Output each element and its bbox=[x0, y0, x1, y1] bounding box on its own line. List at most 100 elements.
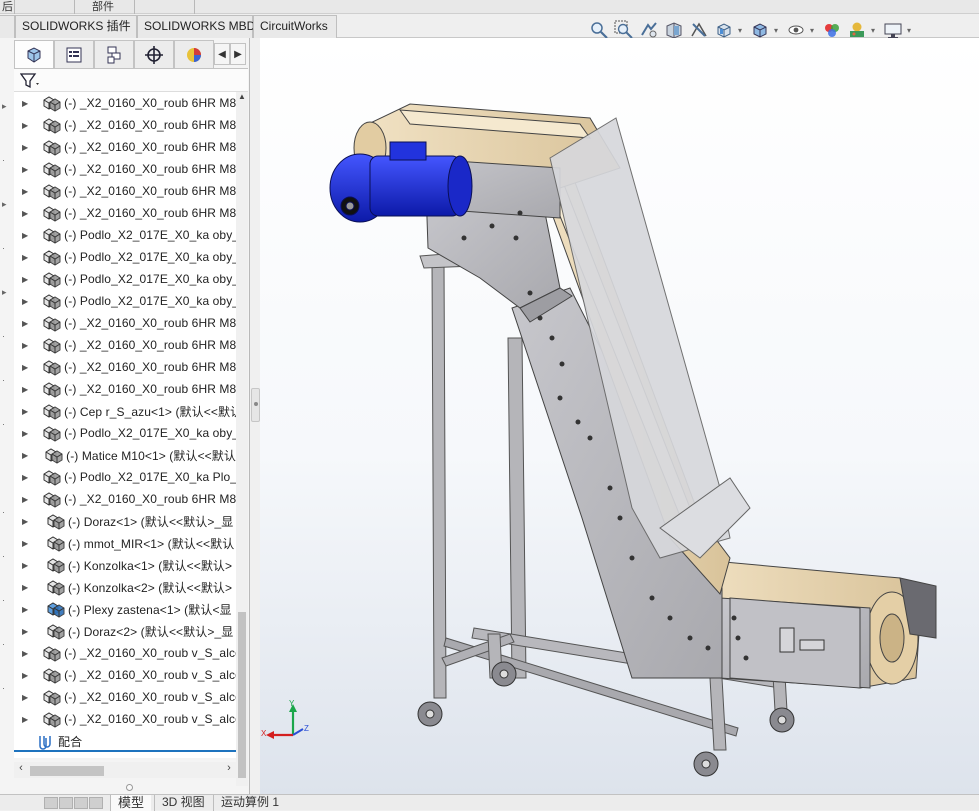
expand-arrow-icon[interactable]: ▶ bbox=[22, 275, 28, 284]
tree-item-label: (-) _X2_0160_X0_roub 6HR M8 bbox=[64, 360, 236, 374]
expand-arrow-icon[interactable]: ▶ bbox=[22, 451, 30, 460]
expand-arrow-icon[interactable]: ▶ bbox=[22, 297, 28, 306]
tree-item[interactable]: ▶ (-) Podlo_X2_017E_X0_ka oby_ bbox=[14, 224, 236, 246]
panel-collapse-handle[interactable] bbox=[251, 388, 260, 422]
expand-arrow-icon[interactable]: ▶ bbox=[22, 99, 28, 108]
tree-filter-bar[interactable] bbox=[14, 68, 248, 92]
tree-item-label: (-) _X2_0160_X0_roub 6HR M8 bbox=[64, 184, 236, 198]
expand-arrow-icon[interactable]: ▶ bbox=[22, 253, 28, 262]
tree-item[interactable]: ▶ (-) _X2_0160_X0_roub 6HR M8 bbox=[14, 136, 236, 158]
tree-vertical-scrollbar[interactable]: ▲ bbox=[236, 92, 248, 786]
mates-folder[interactable]: 配合 bbox=[14, 730, 236, 752]
tree-item[interactable]: ▶ (-) _X2_0160_X0_roub 6HR M8 bbox=[14, 114, 236, 136]
tree-item[interactable]: ▶ (-) _X2_0160_X0_roub 6HR M8 bbox=[14, 158, 236, 180]
chevron-down-icon[interactable]: ▾ bbox=[738, 26, 746, 35]
tree-item[interactable]: ▶ (-) _X2_0160_X0_roub v_S_alco bbox=[14, 642, 236, 664]
scrollbar-thumb[interactable] bbox=[238, 612, 246, 778]
expand-arrow-icon[interactable]: ▶ bbox=[22, 583, 32, 592]
expand-arrow-icon[interactable]: ▶ bbox=[22, 385, 28, 394]
tab-solidworks-addins[interactable]: SOLIDWORKS 插件 bbox=[15, 15, 137, 38]
tree-item[interactable]: ▶ (-) _X2_0160_X0_roub v_S_alco bbox=[14, 664, 236, 686]
filter-icon[interactable] bbox=[20, 72, 42, 90]
expand-arrow-icon[interactable]: ▶ bbox=[22, 165, 28, 174]
separator bbox=[194, 0, 195, 14]
tab-solidworks-mbd[interactable]: SOLIDWORKS MBD bbox=[137, 15, 255, 38]
expand-arrow-icon[interactable]: ▶ bbox=[22, 187, 28, 196]
tree-item[interactable]: ▶ (-) Cep r_S_azu<1> (默认<<默认 bbox=[14, 400, 236, 422]
expand-arrow-icon[interactable]: ▶ bbox=[22, 231, 28, 240]
expand-arrow-icon[interactable]: ▶ bbox=[22, 143, 28, 152]
panel-resize-handle[interactable] bbox=[126, 784, 133, 791]
tree-item[interactable]: ▶ (-) _X2_0160_X0_roub 6HR M8 bbox=[14, 92, 236, 114]
expand-arrow-icon[interactable]: ▶ bbox=[22, 517, 32, 526]
tree-item[interactable]: ▶ (-) _X2_0160_X0_roub 6HR M8 bbox=[14, 180, 236, 202]
tree-item[interactable]: ▶ (-) Doraz<2> (默认<<默认>_显 bbox=[14, 620, 236, 642]
tree-item[interactable]: ▶ (-) Doraz<1> (默认<<默认>_显 bbox=[14, 510, 236, 532]
expand-arrow-icon[interactable]: ▶ bbox=[22, 319, 28, 328]
tab-previous[interactable] bbox=[0, 15, 15, 38]
tree-item[interactable]: ▶ (-) Podlo_X2_017E_X0_ka oby_ bbox=[14, 246, 236, 268]
configurationmanager-tab[interactable] bbox=[94, 40, 134, 68]
expand-arrow-icon[interactable]: ▶ bbox=[22, 627, 32, 636]
component-icon bbox=[46, 556, 66, 574]
expand-arrow-icon[interactable]: ▶ bbox=[22, 561, 32, 570]
dimxpertmanager-tab[interactable] bbox=[134, 40, 174, 68]
expand-arrow-icon[interactable]: ▶ bbox=[22, 495, 28, 504]
conveyor-model[interactable]: Y X Z bbox=[260, 38, 979, 794]
tabs-scroll-left-button[interactable]: ◀ bbox=[214, 43, 230, 65]
expand-arrow-icon[interactable]: ▶ bbox=[22, 407, 28, 416]
tree-item[interactable]: ▶ (-) Konzolka<2> (默认<<默认> bbox=[14, 576, 236, 598]
tree-horizontal-scrollbar[interactable]: ‹ › bbox=[14, 762, 236, 778]
tree-item[interactable]: ▶ (-) Plexy zastena<1> (默认<显 bbox=[14, 598, 236, 620]
expand-arrow-icon[interactable]: ▶ bbox=[22, 341, 28, 350]
tree-item[interactable]: ▶ (-) _X2_0160_X0_roub 6HR M8 bbox=[14, 356, 236, 378]
expand-arrow-icon[interactable]: ▶ bbox=[22, 121, 28, 130]
chevron-down-icon[interactable]: ▾ bbox=[907, 26, 915, 35]
expand-arrow-icon[interactable]: ▶ bbox=[22, 429, 28, 438]
tree-item[interactable]: ▶ (-) _X2_0160_X0_roub v_S_alco bbox=[14, 708, 236, 730]
tree-item[interactable]: ▶ (-) mmot_MIR<1> (默认<<默认 bbox=[14, 532, 236, 554]
chevron-down-icon[interactable]: ▾ bbox=[774, 26, 782, 35]
tree-item[interactable]: ▶ (-) Matice M10<1> (默认<<默认 bbox=[14, 444, 236, 466]
scroll-up-button[interactable]: ▲ bbox=[236, 92, 248, 106]
tree-item[interactable]: ▶ (-) _X2_0160_X0_roub 6HR M8 bbox=[14, 334, 236, 356]
expand-arrow-icon[interactable]: ▶ bbox=[22, 539, 32, 548]
graphics-area[interactable]: Y X Z bbox=[260, 38, 979, 794]
ribbon-tab-fragment[interactable]: 部件 bbox=[92, 0, 114, 14]
tree-item[interactable]: ▶ (-) _X2_0160_X0_roub 6HR M8 bbox=[14, 378, 236, 400]
tabs-scroll-right-button[interactable]: ▶ bbox=[230, 43, 246, 65]
displaymanager-tab[interactable] bbox=[174, 40, 214, 68]
tab-model[interactable]: 模型 bbox=[110, 795, 152, 811]
scroll-left-button[interactable]: ‹ bbox=[14, 762, 28, 778]
tree-item[interactable]: ▶ (-) _X2_0160_X0_roub 6HR M8 bbox=[14, 488, 236, 510]
expand-arrow-icon[interactable]: ▶ bbox=[22, 649, 28, 658]
tab-3d-view[interactable]: 3D 视图 bbox=[154, 795, 212, 811]
tab-motion-study[interactable]: 运动算例 1 bbox=[213, 795, 286, 811]
tree-item[interactable]: ▶ (-) Podlo_X2_017E_X0_ka oby_ bbox=[14, 268, 236, 290]
tree-item[interactable]: ▶ (-) Podlo_X2_017E_X0_ka oby_ bbox=[14, 290, 236, 312]
expand-arrow-icon[interactable]: ▶ bbox=[22, 715, 28, 724]
expand-arrow-icon[interactable]: ▶ bbox=[22, 693, 28, 702]
chevron-down-icon[interactable]: ▾ bbox=[871, 26, 879, 35]
expand-arrow-icon[interactable]: ▶ bbox=[22, 473, 28, 482]
propertymanager-tab[interactable] bbox=[54, 40, 94, 68]
expand-arrow-icon[interactable]: ▶ bbox=[22, 671, 28, 680]
mates-label: 配合 bbox=[58, 734, 83, 749]
chevron-down-icon[interactable]: ▾ bbox=[810, 26, 818, 35]
tree-item[interactable]: ▶ (-) Podlo_X2_017E_X0_ka Plo_X bbox=[14, 466, 236, 488]
scroll-right-button[interactable]: › bbox=[222, 762, 236, 778]
component-icon bbox=[42, 116, 62, 134]
ribbon-tab-fragment[interactable]: 后 bbox=[2, 0, 13, 14]
tree-item[interactable]: ▶ (-) _X2_0160_X0_roub 6HR M8 bbox=[14, 202, 236, 224]
tab-circuitworks[interactable]: CircuitWorks bbox=[253, 15, 337, 38]
scrollbar-thumb[interactable] bbox=[30, 766, 104, 776]
expand-arrow-icon[interactable]: ▶ bbox=[22, 209, 28, 218]
expand-arrow-icon[interactable]: ▶ bbox=[22, 363, 28, 372]
expand-arrow-icon[interactable]: ▶ bbox=[22, 605, 32, 614]
featuremanager-tree-tab[interactable] bbox=[14, 40, 54, 68]
tree-item[interactable]: ▶ (-) _X2_0160_X0_roub v_S_alco bbox=[14, 686, 236, 708]
tree-item[interactable]: ▶ (-) _X2_0160_X0_roub 6HR M8 bbox=[14, 312, 236, 334]
tree-item[interactable]: ▶ (-) Podlo_X2_017E_X0_ka oby_ bbox=[14, 422, 236, 444]
tree-item[interactable]: ▶ (-) Konzolka<1> (默认<<默认> bbox=[14, 554, 236, 576]
bottom-tab-navigation[interactable] bbox=[44, 797, 103, 809]
